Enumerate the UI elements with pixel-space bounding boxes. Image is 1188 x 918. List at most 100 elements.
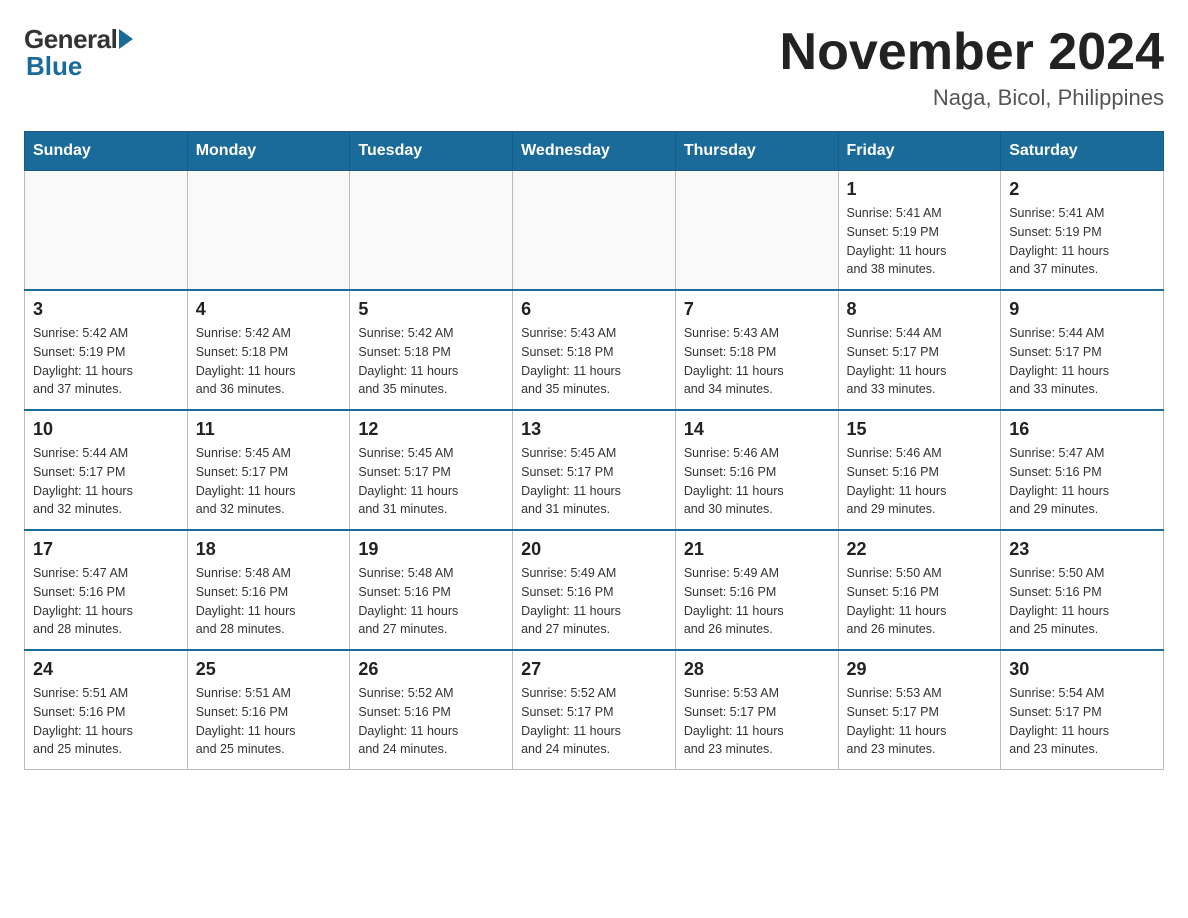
calendar-cell: 4 Sunrise: 5:42 AMSunset: 5:18 PMDaylight… bbox=[187, 290, 350, 410]
day-number: 10 bbox=[33, 419, 179, 440]
day-info: Sunrise: 5:48 AMSunset: 5:16 PMDaylight:… bbox=[196, 564, 342, 639]
calendar-cell: 19Sunrise: 5:48 AMSunset: 5:16 PMDayligh… bbox=[350, 530, 513, 650]
day-info: Sunrise: 5:42 AMSunset: 5:18 PMDaylight:… bbox=[196, 324, 342, 399]
calendar-cell: 20 Sunrise: 5:49 AMSunset: 5:16 PMDayligh… bbox=[513, 530, 676, 650]
day-number: 8 bbox=[847, 299, 993, 320]
day-info: Sunrise: 5:51 AMSunset: 5:16 PMDaylight:… bbox=[196, 684, 342, 759]
day-info: Sunrise: 5:45 AMSunset: 5:17 PMDaylight:… bbox=[196, 444, 342, 519]
day-info: Sunrise: 5:46 AMSunset: 5:16 PMDaylight:… bbox=[684, 444, 830, 519]
calendar-cell: 6 Sunrise: 5:43 AMSunset: 5:18 PMDaylight… bbox=[513, 290, 676, 410]
day-number: 16 bbox=[1009, 419, 1155, 440]
calendar-cell: 12Sunrise: 5:45 AMSunset: 5:17 PMDayligh… bbox=[350, 410, 513, 530]
calendar-cell: 22 Sunrise: 5:50 AMSunset: 5:16 PMDayligh… bbox=[838, 530, 1001, 650]
calendar-cell: 23 Sunrise: 5:50 AMSunset: 5:16 PMDayligh… bbox=[1001, 530, 1164, 650]
day-info: Sunrise: 5:45 AMSunset: 5:17 PMDaylight:… bbox=[521, 444, 667, 519]
calendar-cell: 30Sunrise: 5:54 AMSunset: 5:17 PMDayligh… bbox=[1001, 650, 1164, 770]
day-info: Sunrise: 5:52 AMSunset: 5:17 PMDaylight:… bbox=[521, 684, 667, 759]
day-number: 28 bbox=[684, 659, 830, 680]
day-number: 23 bbox=[1009, 539, 1155, 560]
day-number: 20 bbox=[521, 539, 667, 560]
day-number: 27 bbox=[521, 659, 667, 680]
day-number: 9 bbox=[1009, 299, 1155, 320]
calendar-cell bbox=[350, 171, 513, 291]
calendar-week-4: 17 Sunrise: 5:47 AMSunset: 5:16 PMDayligh… bbox=[25, 530, 1164, 650]
calendar-week-3: 10Sunrise: 5:44 AMSunset: 5:17 PMDayligh… bbox=[25, 410, 1164, 530]
day-info: Sunrise: 5:41 AMSunset: 5:19 PMDaylight:… bbox=[1009, 204, 1155, 279]
day-number: 18 bbox=[196, 539, 342, 560]
calendar-week-2: 3Sunrise: 5:42 AMSunset: 5:19 PMDaylight… bbox=[25, 290, 1164, 410]
day-info: Sunrise: 5:51 AMSunset: 5:16 PMDaylight:… bbox=[33, 684, 179, 759]
day-info: Sunrise: 5:49 AMSunset: 5:16 PMDaylight:… bbox=[684, 564, 830, 639]
day-number: 14 bbox=[684, 419, 830, 440]
calendar-cell: 17 Sunrise: 5:47 AMSunset: 5:16 PMDayligh… bbox=[25, 530, 188, 650]
calendar-cell: 13 Sunrise: 5:45 AMSunset: 5:17 PMDayligh… bbox=[513, 410, 676, 530]
title-section: November 2024 Naga, Bicol, Philippines bbox=[780, 24, 1164, 111]
day-number: 22 bbox=[847, 539, 993, 560]
day-info: Sunrise: 5:47 AMSunset: 5:16 PMDaylight:… bbox=[33, 564, 179, 639]
calendar-cell: 25Sunrise: 5:51 AMSunset: 5:16 PMDayligh… bbox=[187, 650, 350, 770]
calendar-cell bbox=[513, 171, 676, 291]
location-text: Naga, Bicol, Philippines bbox=[780, 85, 1164, 111]
day-number: 26 bbox=[358, 659, 504, 680]
day-number: 2 bbox=[1009, 179, 1155, 200]
day-info: Sunrise: 5:48 AMSunset: 5:16 PMDaylight:… bbox=[358, 564, 504, 639]
calendar-week-1: 1 Sunrise: 5:41 AMSunset: 5:19 PMDaylight… bbox=[25, 171, 1164, 291]
day-info: Sunrise: 5:43 AMSunset: 5:18 PMDaylight:… bbox=[521, 324, 667, 399]
day-info: Sunrise: 5:47 AMSunset: 5:16 PMDaylight:… bbox=[1009, 444, 1155, 519]
day-info: Sunrise: 5:44 AMSunset: 5:17 PMDaylight:… bbox=[847, 324, 993, 399]
calendar-cell: 28 Sunrise: 5:53 AMSunset: 5:17 PMDayligh… bbox=[675, 650, 838, 770]
calendar-cell: 3Sunrise: 5:42 AMSunset: 5:19 PMDaylight… bbox=[25, 290, 188, 410]
day-number: 1 bbox=[847, 179, 993, 200]
calendar-cell: 7Sunrise: 5:43 AMSunset: 5:18 PMDaylight… bbox=[675, 290, 838, 410]
calendar-cell: 1Sunrise: 5:41 AMSunset: 5:19 PMDaylight… bbox=[838, 171, 1001, 291]
month-title: November 2024 bbox=[780, 24, 1164, 81]
calendar-cell: 9 Sunrise: 5:44 AMSunset: 5:17 PMDaylight… bbox=[1001, 290, 1164, 410]
day-info: Sunrise: 5:50 AMSunset: 5:16 PMDaylight:… bbox=[847, 564, 993, 639]
day-info: Sunrise: 5:42 AMSunset: 5:19 PMDaylight:… bbox=[33, 324, 179, 399]
day-number: 29 bbox=[847, 659, 993, 680]
day-number: 15 bbox=[847, 419, 993, 440]
day-number: 7 bbox=[684, 299, 830, 320]
day-number: 17 bbox=[33, 539, 179, 560]
day-info: Sunrise: 5:50 AMSunset: 5:16 PMDaylight:… bbox=[1009, 564, 1155, 639]
logo: General Blue bbox=[24, 24, 133, 82]
day-number: 5 bbox=[358, 299, 504, 320]
calendar-cell: 5 Sunrise: 5:42 AMSunset: 5:18 PMDaylight… bbox=[350, 290, 513, 410]
day-info: Sunrise: 5:52 AMSunset: 5:16 PMDaylight:… bbox=[358, 684, 504, 759]
day-info: Sunrise: 5:42 AMSunset: 5:18 PMDaylight:… bbox=[358, 324, 504, 399]
day-number: 13 bbox=[521, 419, 667, 440]
calendar-header-row: SundayMondayTuesdayWednesdayThursdayFrid… bbox=[25, 132, 1164, 171]
day-info: Sunrise: 5:53 AMSunset: 5:17 PMDaylight:… bbox=[847, 684, 993, 759]
calendar-cell: 8 Sunrise: 5:44 AMSunset: 5:17 PMDaylight… bbox=[838, 290, 1001, 410]
calendar-cell: 27 Sunrise: 5:52 AMSunset: 5:17 PMDayligh… bbox=[513, 650, 676, 770]
calendar-cell: 14 Sunrise: 5:46 AMSunset: 5:16 PMDayligh… bbox=[675, 410, 838, 530]
calendar-cell bbox=[25, 171, 188, 291]
calendar-header-wednesday: Wednesday bbox=[513, 132, 676, 171]
day-number: 12 bbox=[358, 419, 504, 440]
calendar-header-thursday: Thursday bbox=[675, 132, 838, 171]
day-info: Sunrise: 5:53 AMSunset: 5:17 PMDaylight:… bbox=[684, 684, 830, 759]
calendar-table: SundayMondayTuesdayWednesdayThursdayFrid… bbox=[24, 131, 1164, 770]
calendar-cell: 29 Sunrise: 5:53 AMSunset: 5:17 PMDayligh… bbox=[838, 650, 1001, 770]
day-info: Sunrise: 5:44 AMSunset: 5:17 PMDaylight:… bbox=[1009, 324, 1155, 399]
calendar-cell bbox=[187, 171, 350, 291]
logo-arrow-icon bbox=[119, 29, 133, 49]
day-number: 11 bbox=[196, 419, 342, 440]
calendar-cell: 26 Sunrise: 5:52 AMSunset: 5:16 PMDayligh… bbox=[350, 650, 513, 770]
calendar-cell: 11 Sunrise: 5:45 AMSunset: 5:17 PMDayligh… bbox=[187, 410, 350, 530]
page-header: General Blue November 2024 Naga, Bicol, … bbox=[24, 24, 1164, 111]
day-number: 21 bbox=[684, 539, 830, 560]
day-info: Sunrise: 5:49 AMSunset: 5:16 PMDaylight:… bbox=[521, 564, 667, 639]
calendar-header-friday: Friday bbox=[838, 132, 1001, 171]
calendar-cell: 18 Sunrise: 5:48 AMSunset: 5:16 PMDayligh… bbox=[187, 530, 350, 650]
day-number: 4 bbox=[196, 299, 342, 320]
day-number: 6 bbox=[521, 299, 667, 320]
calendar-cell: 15 Sunrise: 5:46 AMSunset: 5:16 PMDayligh… bbox=[838, 410, 1001, 530]
calendar-header-tuesday: Tuesday bbox=[350, 132, 513, 171]
calendar-cell: 2 Sunrise: 5:41 AMSunset: 5:19 PMDaylight… bbox=[1001, 171, 1164, 291]
calendar-header-saturday: Saturday bbox=[1001, 132, 1164, 171]
calendar-header-monday: Monday bbox=[187, 132, 350, 171]
calendar-header-sunday: Sunday bbox=[25, 132, 188, 171]
calendar-cell: 21 Sunrise: 5:49 AMSunset: 5:16 PMDayligh… bbox=[675, 530, 838, 650]
day-info: Sunrise: 5:46 AMSunset: 5:16 PMDaylight:… bbox=[847, 444, 993, 519]
